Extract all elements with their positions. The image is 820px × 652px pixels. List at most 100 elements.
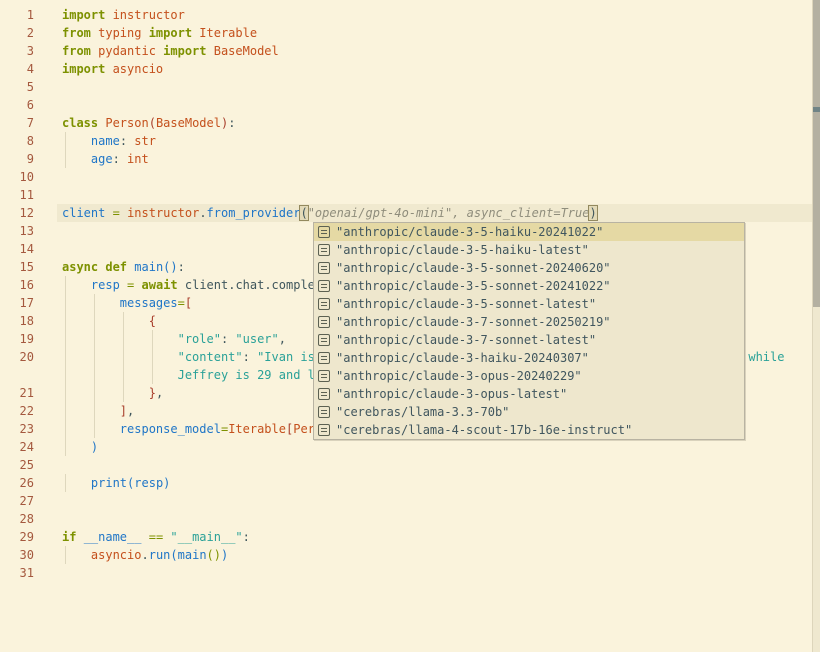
line-number: 28 bbox=[0, 510, 34, 528]
code-line-text: from typing import Iterable bbox=[62, 24, 257, 42]
completion-label: "anthropic/claude-3-7-sonnet-latest" bbox=[336, 331, 596, 349]
code-row[interactable]: 30 asyncio.run(main()) bbox=[0, 546, 812, 564]
code-row[interactable]: 25 bbox=[0, 456, 812, 474]
code-row[interactable]: 9 age: int bbox=[0, 150, 812, 168]
line-number: 13 bbox=[0, 222, 34, 240]
enum-field-icon bbox=[318, 334, 330, 346]
enum-field-icon bbox=[318, 316, 330, 328]
line-number: 21 bbox=[0, 384, 34, 402]
completion-label: "anthropic/claude-3-5-sonnet-latest" bbox=[336, 295, 596, 313]
line-number: 24 bbox=[0, 438, 34, 456]
enum-field-icon bbox=[318, 406, 330, 418]
line-number: 29 bbox=[0, 528, 34, 546]
completion-item[interactable]: "cerebras/llama-4-scout-17b-16e-instruct… bbox=[314, 421, 744, 439]
scrollbar-marker bbox=[813, 107, 820, 112]
line-number: 9 bbox=[0, 150, 34, 168]
line-number: 27 bbox=[0, 492, 34, 510]
enum-field-icon bbox=[318, 262, 330, 274]
line-number: 20 bbox=[0, 348, 34, 366]
line-number: 2 bbox=[0, 24, 34, 42]
completion-item[interactable]: "anthropic/claude-3-5-sonnet-20240620" bbox=[314, 259, 744, 277]
enum-field-icon bbox=[318, 388, 330, 400]
enum-field-icon bbox=[318, 280, 330, 292]
completion-item[interactable]: "anthropic/claude-3-7-sonnet-latest" bbox=[314, 331, 744, 349]
code-row[interactable]: 24 ) bbox=[0, 438, 812, 456]
line-number: 4 bbox=[0, 60, 34, 78]
line-number: 17 bbox=[0, 294, 34, 312]
code-row[interactable]: 1 import instructor bbox=[0, 6, 812, 24]
completion-label: "anthropic/claude-3-opus-latest" bbox=[336, 385, 567, 403]
completion-item[interactable]: "anthropic/claude-3-5-sonnet-latest" bbox=[314, 295, 744, 313]
completion-label: "cerebras/llama-3.3-70b" bbox=[336, 403, 509, 421]
code-line-text: messages=[ bbox=[62, 294, 192, 312]
code-row[interactable]: 5 bbox=[0, 78, 812, 96]
line-number: 16 bbox=[0, 276, 34, 294]
completion-label: "anthropic/claude-3-5-haiku-latest" bbox=[336, 241, 589, 259]
code-row[interactable]: 29 if __name__ == "__main__": bbox=[0, 528, 812, 546]
code-line-text: }, bbox=[62, 384, 163, 402]
code-row[interactable]: 7 class Person(BaseModel): bbox=[0, 114, 812, 132]
completion-label: "anthropic/claude-3-5-sonnet-20240620" bbox=[336, 259, 611, 277]
code-line-text: resp = await client.chat.comple bbox=[62, 276, 315, 294]
line-number: 26 bbox=[0, 474, 34, 492]
code-row[interactable]: 10 bbox=[0, 168, 812, 186]
code-row[interactable]: 8 name: str bbox=[0, 132, 812, 150]
code-row[interactable]: 4import asyncio bbox=[0, 60, 812, 78]
enum-field-icon bbox=[318, 298, 330, 310]
line-number: 12 bbox=[0, 204, 34, 222]
code-row[interactable]: 12 client = instructor.from_provider("ope… bbox=[0, 204, 812, 222]
code-row[interactable]: 26 print(resp) bbox=[0, 474, 812, 492]
code-line-text: if __name__ == "__main__": bbox=[62, 528, 250, 546]
line-number: 5 bbox=[0, 78, 34, 96]
code-line-text: Jeffrey is 29 and l bbox=[62, 366, 315, 384]
code-line-text: import instructor bbox=[62, 6, 185, 24]
code-line-text: "role": "user", bbox=[62, 330, 286, 348]
completion-item[interactable]: "anthropic/claude-3-5-haiku-20241022" bbox=[314, 223, 744, 241]
line-number: 19 bbox=[0, 330, 34, 348]
scrollbar-thumb[interactable] bbox=[813, 0, 820, 307]
code-line-text: class Person(BaseModel): bbox=[62, 114, 235, 132]
completion-item[interactable]: "anthropic/claude-3-haiku-20240307" bbox=[314, 349, 744, 367]
completion-label: "anthropic/claude-3-5-sonnet-20241022" bbox=[336, 277, 611, 295]
enum-field-icon bbox=[318, 370, 330, 382]
code-line-text: ], bbox=[62, 402, 134, 420]
completion-item[interactable]: "anthropic/claude-3-opus-latest" bbox=[314, 385, 744, 403]
completion-label: "cerebras/llama-4-scout-17b-16e-instruct… bbox=[336, 421, 632, 439]
line-number: 8 bbox=[0, 132, 34, 150]
code-line-text: client = instructor.from_provider("opena… bbox=[62, 204, 597, 222]
line-number: 18 bbox=[0, 312, 34, 330]
line-number: 7 bbox=[0, 114, 34, 132]
completion-popup: "anthropic/claude-3-5-haiku-20241022""an… bbox=[313, 222, 745, 440]
line-number: 11 bbox=[0, 186, 34, 204]
line-number: 15 bbox=[0, 258, 34, 276]
completion-item[interactable]: "anthropic/claude-3-5-sonnet-20241022" bbox=[314, 277, 744, 295]
code-line-text: async def main(): bbox=[62, 258, 185, 276]
code-row[interactable]: 31 bbox=[0, 564, 812, 582]
line-number: 1 bbox=[0, 6, 34, 24]
code-line-text: ) bbox=[62, 438, 98, 456]
enum-field-icon bbox=[318, 244, 330, 256]
enum-field-icon bbox=[318, 424, 330, 436]
code-row[interactable]: 28 bbox=[0, 510, 812, 528]
completion-item[interactable]: "anthropic/claude-3-opus-20240229" bbox=[314, 367, 744, 385]
completion-label: "anthropic/claude-3-haiku-20240307" bbox=[336, 349, 589, 367]
code-row[interactable]: 2 from typing import Iterable bbox=[0, 24, 812, 42]
code-row[interactable]: 27 bbox=[0, 492, 812, 510]
line-number: 3 bbox=[0, 42, 34, 60]
code-row[interactable]: 3from pydantic import BaseModel bbox=[0, 42, 812, 60]
completion-item[interactable]: "anthropic/claude-3-5-haiku-latest" bbox=[314, 241, 744, 259]
code-row[interactable]: 6 bbox=[0, 96, 812, 114]
completion-item[interactable]: "cerebras/llama-3.3-70b" bbox=[314, 403, 744, 421]
code-row[interactable]: 11 bbox=[0, 186, 812, 204]
code-line-text: { bbox=[62, 312, 156, 330]
line-number: 6 bbox=[0, 96, 34, 114]
code-line-text: response_model=Iterable[Per bbox=[62, 420, 315, 438]
line-number: 22 bbox=[0, 402, 34, 420]
code-line-text: name: str bbox=[62, 132, 156, 150]
completion-item[interactable]: "anthropic/claude-3-7-sonnet-20250219" bbox=[314, 313, 744, 331]
code-line-text: print(resp) bbox=[62, 474, 170, 492]
line-number: 31 bbox=[0, 564, 34, 582]
scrollbar[interactable] bbox=[812, 0, 820, 652]
completion-label: "anthropic/claude-3-5-haiku-20241022" bbox=[336, 223, 603, 241]
line-number: 14 bbox=[0, 240, 34, 258]
